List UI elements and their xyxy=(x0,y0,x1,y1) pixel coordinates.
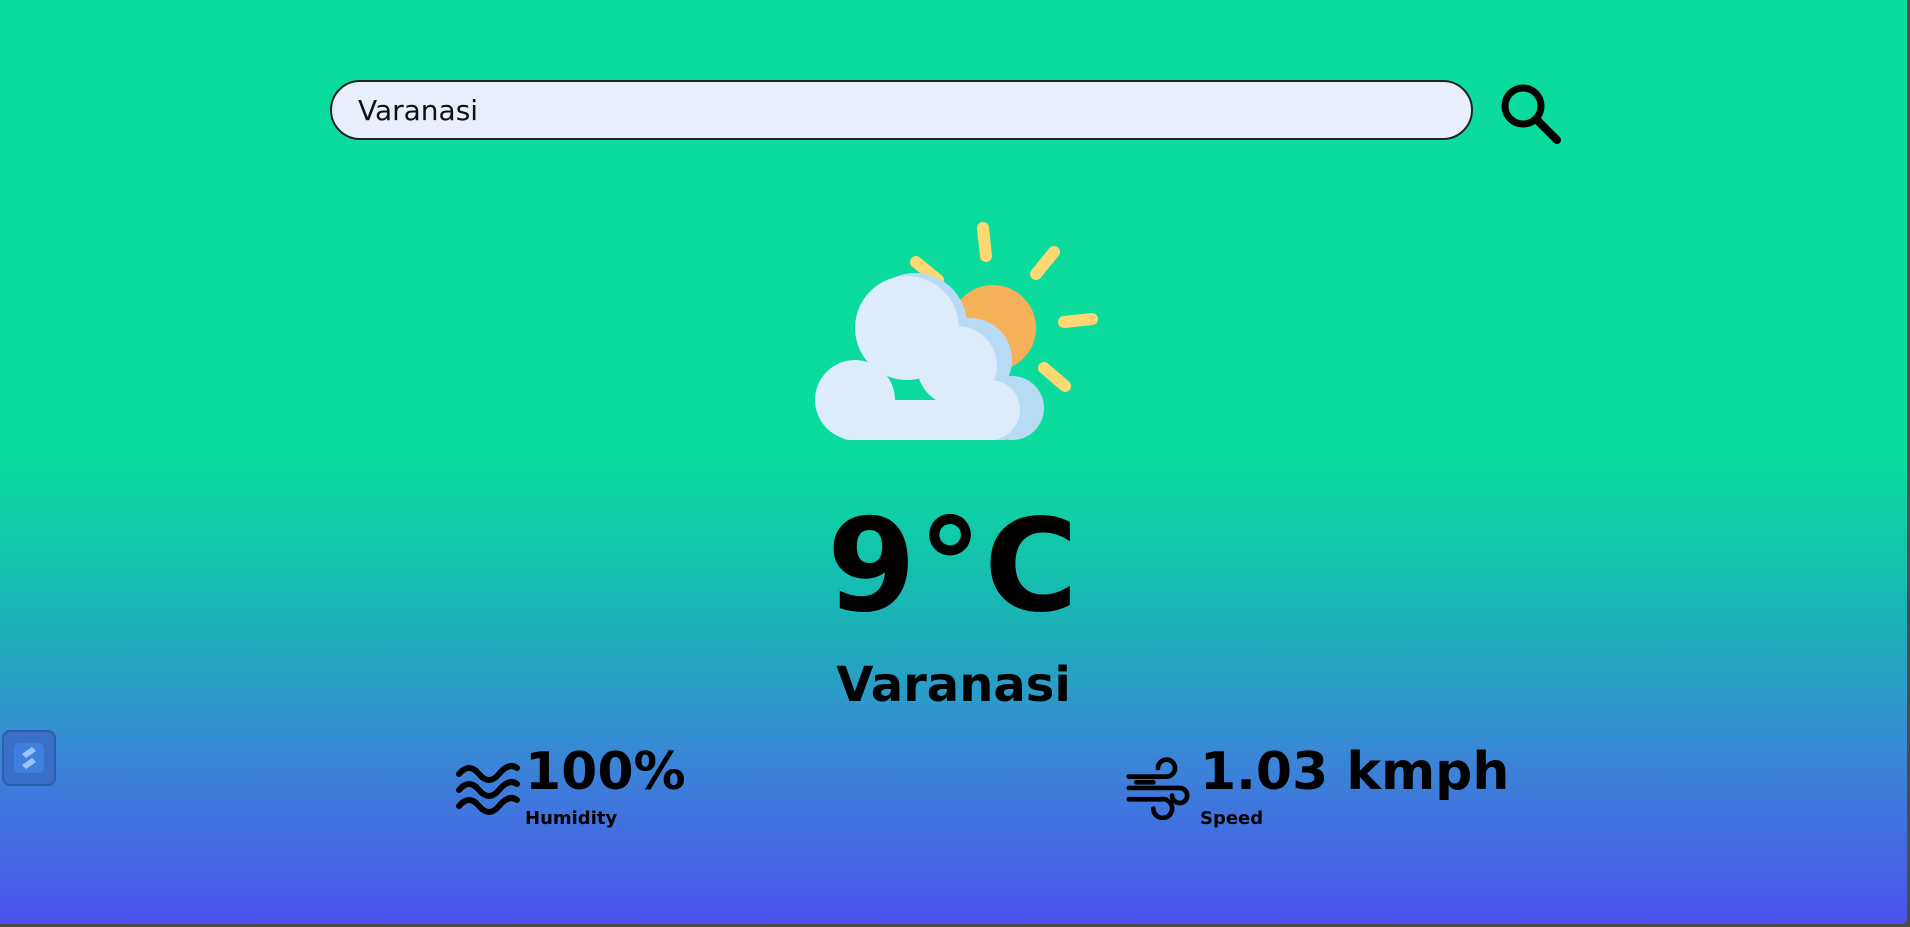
waves-icon xyxy=(456,763,520,815)
search-bar[interactable] xyxy=(330,80,1473,140)
wind-speed-label: Speed xyxy=(1200,808,1264,829)
extension-widget[interactable] xyxy=(2,730,56,786)
temperature: 9°C xyxy=(827,492,1080,641)
city-name: Varanasi xyxy=(836,657,1071,713)
extension-icon[interactable] xyxy=(12,741,46,775)
search-input[interactable] xyxy=(356,92,1447,128)
search-button[interactable] xyxy=(1495,78,1565,148)
wind-speed-value: 1.03 kmph xyxy=(1200,742,1510,802)
wind-icon xyxy=(1126,757,1190,820)
search-icon[interactable] xyxy=(1495,78,1565,148)
humidity-label: Humidity xyxy=(525,808,618,829)
humidity-value: 100% xyxy=(525,742,686,802)
partly-cloudy-icon xyxy=(800,220,1100,455)
weather-app: 9°C Varanasi 100% Humidity 1.03 kmph Spe… xyxy=(0,0,1907,924)
